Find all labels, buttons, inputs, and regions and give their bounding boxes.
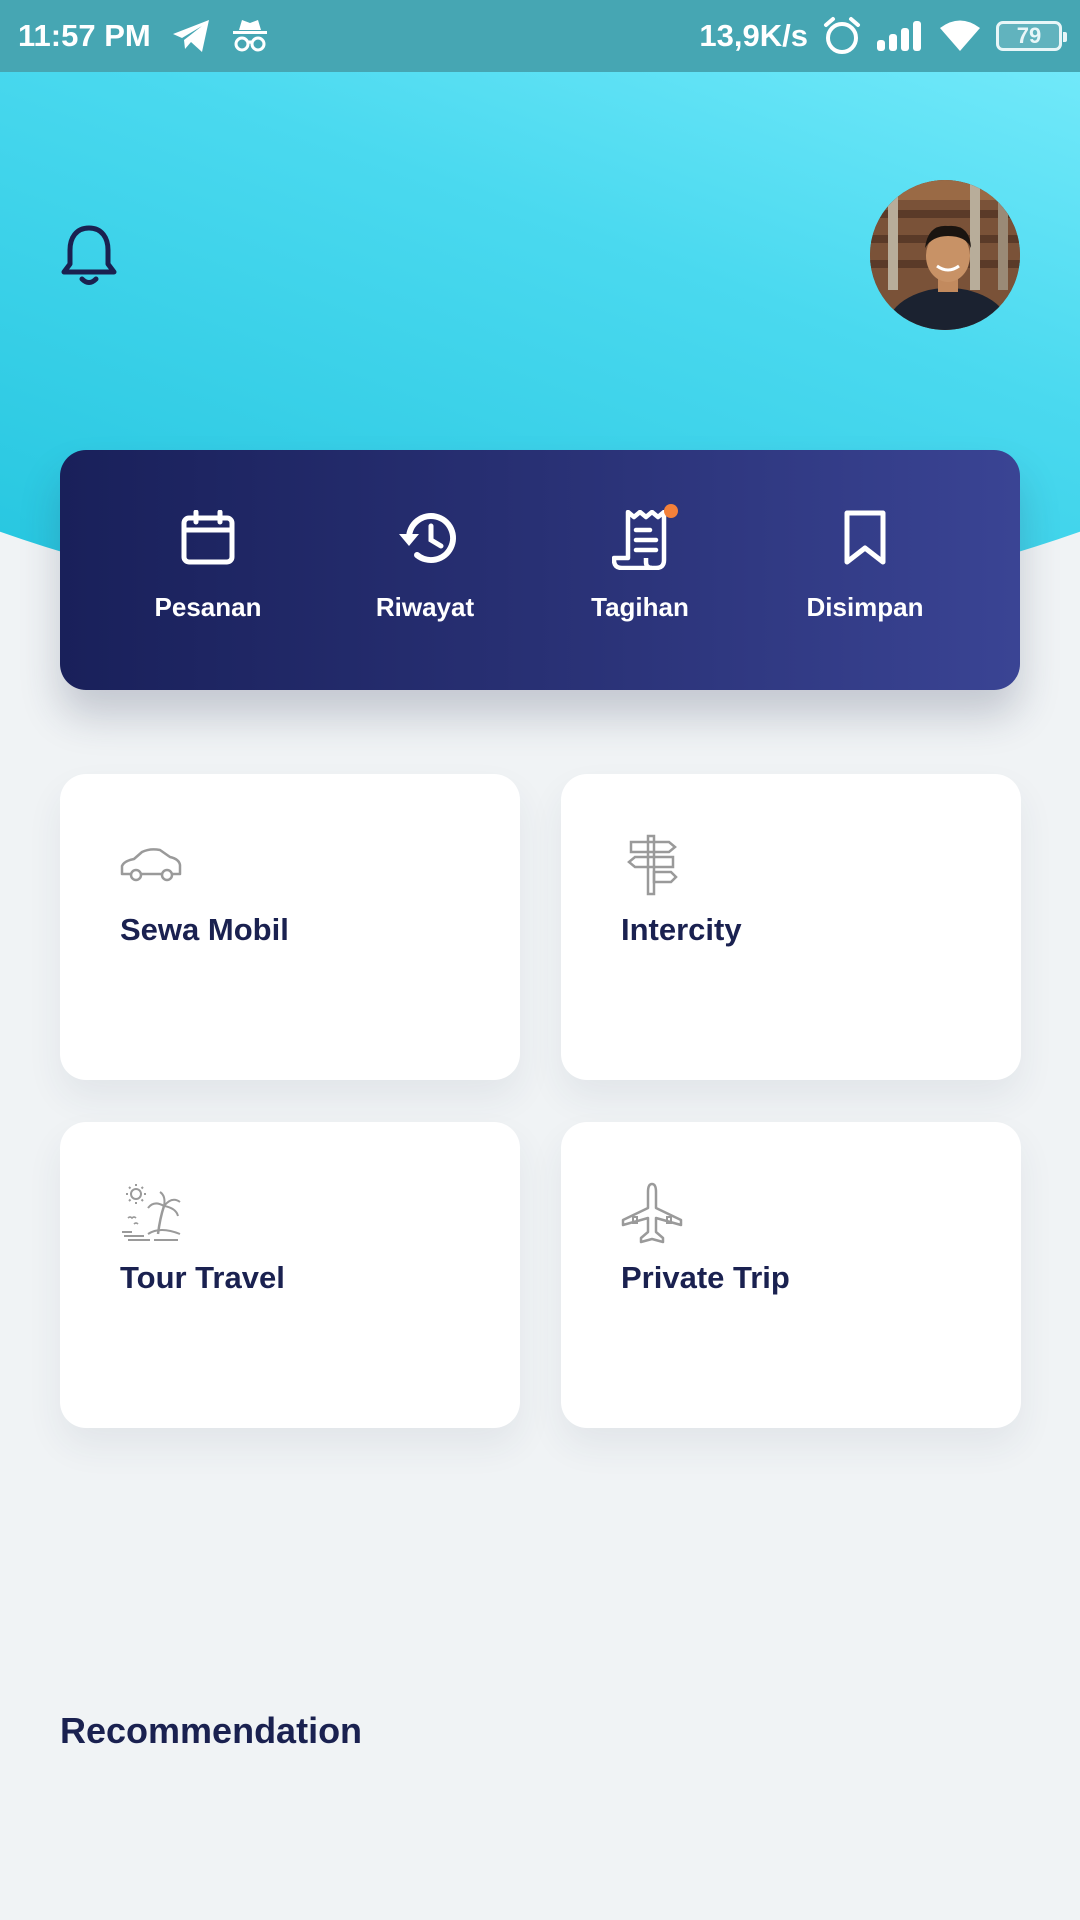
recommendation-title: Recommendation — [60, 1710, 363, 1751]
telegram-icon — [171, 18, 211, 54]
service-card-tour-travel[interactable]: Tour Travel — [60, 1122, 520, 1428]
history-icon — [397, 510, 456, 566]
status-bar: 11:57 PM 13,9K/s 79 — [0, 0, 1080, 72]
quick-menu-label: Disimpan — [806, 592, 924, 622]
status-time: 11:57 PM — [18, 18, 151, 53]
service-title: Sewa Mobil — [120, 912, 289, 947]
calendar-icon — [180, 509, 236, 566]
bell-icon[interactable] — [60, 224, 118, 288]
quick-menu-card: Pesanan Riwayat Tagihan Disimpan — [60, 450, 1020, 690]
service-title: Private Trip — [621, 1260, 790, 1295]
battery-icon: 79 — [996, 21, 1067, 51]
alarm-icon — [822, 16, 862, 56]
signal-icon — [876, 20, 924, 52]
quick-menu-tagihan[interactable]: Tagihan — [555, 504, 725, 640]
service-title: Intercity — [621, 912, 742, 947]
service-card-sewa-mobil[interactable]: Sewa Mobil — [60, 774, 520, 1080]
wifi-icon — [938, 19, 982, 53]
quick-menu-label: Pesanan — [154, 592, 262, 622]
battery-level: 79 — [1016, 23, 1042, 48]
notification-badge — [664, 504, 678, 518]
bookmark-icon — [837, 510, 893, 566]
quick-menu-riwayat[interactable]: Riwayat — [340, 510, 510, 640]
incognito-icon — [231, 18, 269, 54]
quick-menu-label: Tagihan — [591, 592, 689, 622]
service-card-intercity[interactable]: Intercity — [561, 774, 1021, 1080]
service-card-private-trip[interactable]: Private Trip — [561, 1122, 1021, 1428]
beach-icon — [120, 1182, 182, 1244]
profile-avatar[interactable] — [870, 180, 1020, 330]
airplane-icon — [621, 1182, 683, 1244]
quick-menu-label: Riwayat — [375, 592, 475, 622]
receipt-icon — [611, 504, 678, 571]
quick-menu-pesanan[interactable]: Pesanan — [123, 509, 293, 640]
network-speed: 13,9K/s — [699, 18, 808, 53]
quick-menu-disimpan[interactable]: Disimpan — [780, 510, 950, 640]
car-icon — [120, 834, 182, 896]
signpost-icon — [621, 834, 683, 896]
service-title: Tour Travel — [120, 1260, 285, 1295]
